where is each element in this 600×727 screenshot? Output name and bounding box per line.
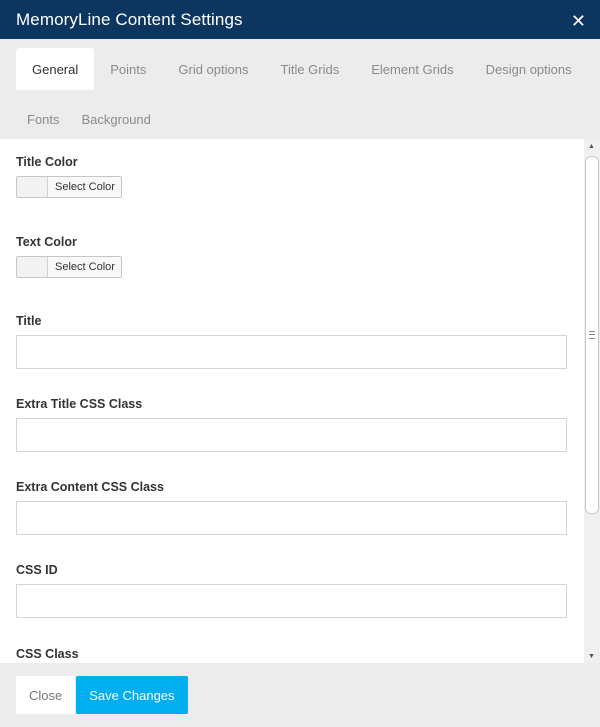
extra-content-css-input[interactable] [16,501,567,535]
field-css-class: CSS Class [16,618,567,663]
scrollbar-thumb[interactable] [585,156,599,514]
field-title-color: Title Color Select Color [16,139,567,202]
field-extra-title-css: Extra Title CSS Class [16,369,567,452]
title-color-label: Title Color [16,155,78,169]
scroll-down-icon[interactable]: ▼ [588,653,595,660]
settings-content: Title Color Select Color Text Color Sele… [0,139,584,663]
content-scrollbar[interactable]: ▲ ▼ [584,139,600,663]
field-title: Title [16,282,567,369]
extra-title-css-input[interactable] [16,418,567,452]
title-label: Title [16,314,42,328]
css-id-input[interactable] [16,584,567,618]
title-color-swatch [17,177,48,197]
title-input[interactable] [16,335,567,369]
grip-icon [589,331,595,339]
text-color-button-label: Select Color [48,257,121,277]
scroll-up-icon[interactable]: ▲ [588,143,595,150]
save-changes-button[interactable]: Save Changes [76,676,188,714]
text-color-label: Text Color [16,235,77,249]
extra-title-css-label: Extra Title CSS Class [16,397,143,411]
modal-footer: Close Save Changes [0,663,600,727]
settings-modal: MemoryLine Content Settings ✕ General Po… [0,0,600,727]
tab-bar: General Points Grid options Title Grids … [0,39,600,139]
text-color-button[interactable]: Select Color [16,256,122,278]
modal-title: MemoryLine Content Settings [16,9,243,29]
tab-row-1: General Points Grid options Title Grids … [16,48,600,90]
extra-content-css-label: Extra Content CSS Class [16,480,164,494]
css-id-label: CSS ID [16,563,58,577]
tab-design-options[interactable]: Design options [470,48,588,90]
tab-fonts[interactable]: Fonts [16,98,71,140]
tab-background[interactable]: Background [71,98,162,140]
tab-element-grids[interactable]: Element Grids [355,48,469,90]
text-color-swatch [17,257,48,277]
close-icon[interactable]: ✕ [571,12,586,30]
tab-title-grids[interactable]: Title Grids [264,48,355,90]
close-button[interactable]: Close [16,676,76,714]
tab-general[interactable]: General [16,48,95,90]
field-text-color: Text Color Select Color [16,202,567,282]
tab-row-2: Fonts Background [16,98,600,140]
field-css-id: CSS ID [16,535,567,618]
title-color-button-label: Select Color [48,177,121,197]
tab-points[interactable]: Points [94,48,162,90]
modal-header: MemoryLine Content Settings ✕ [0,0,600,39]
title-color-button[interactable]: Select Color [16,176,122,198]
css-class-label: CSS Class [16,647,79,661]
field-extra-content-css: Extra Content CSS Class [16,452,567,535]
tab-grid-options[interactable]: Grid options [162,48,264,90]
